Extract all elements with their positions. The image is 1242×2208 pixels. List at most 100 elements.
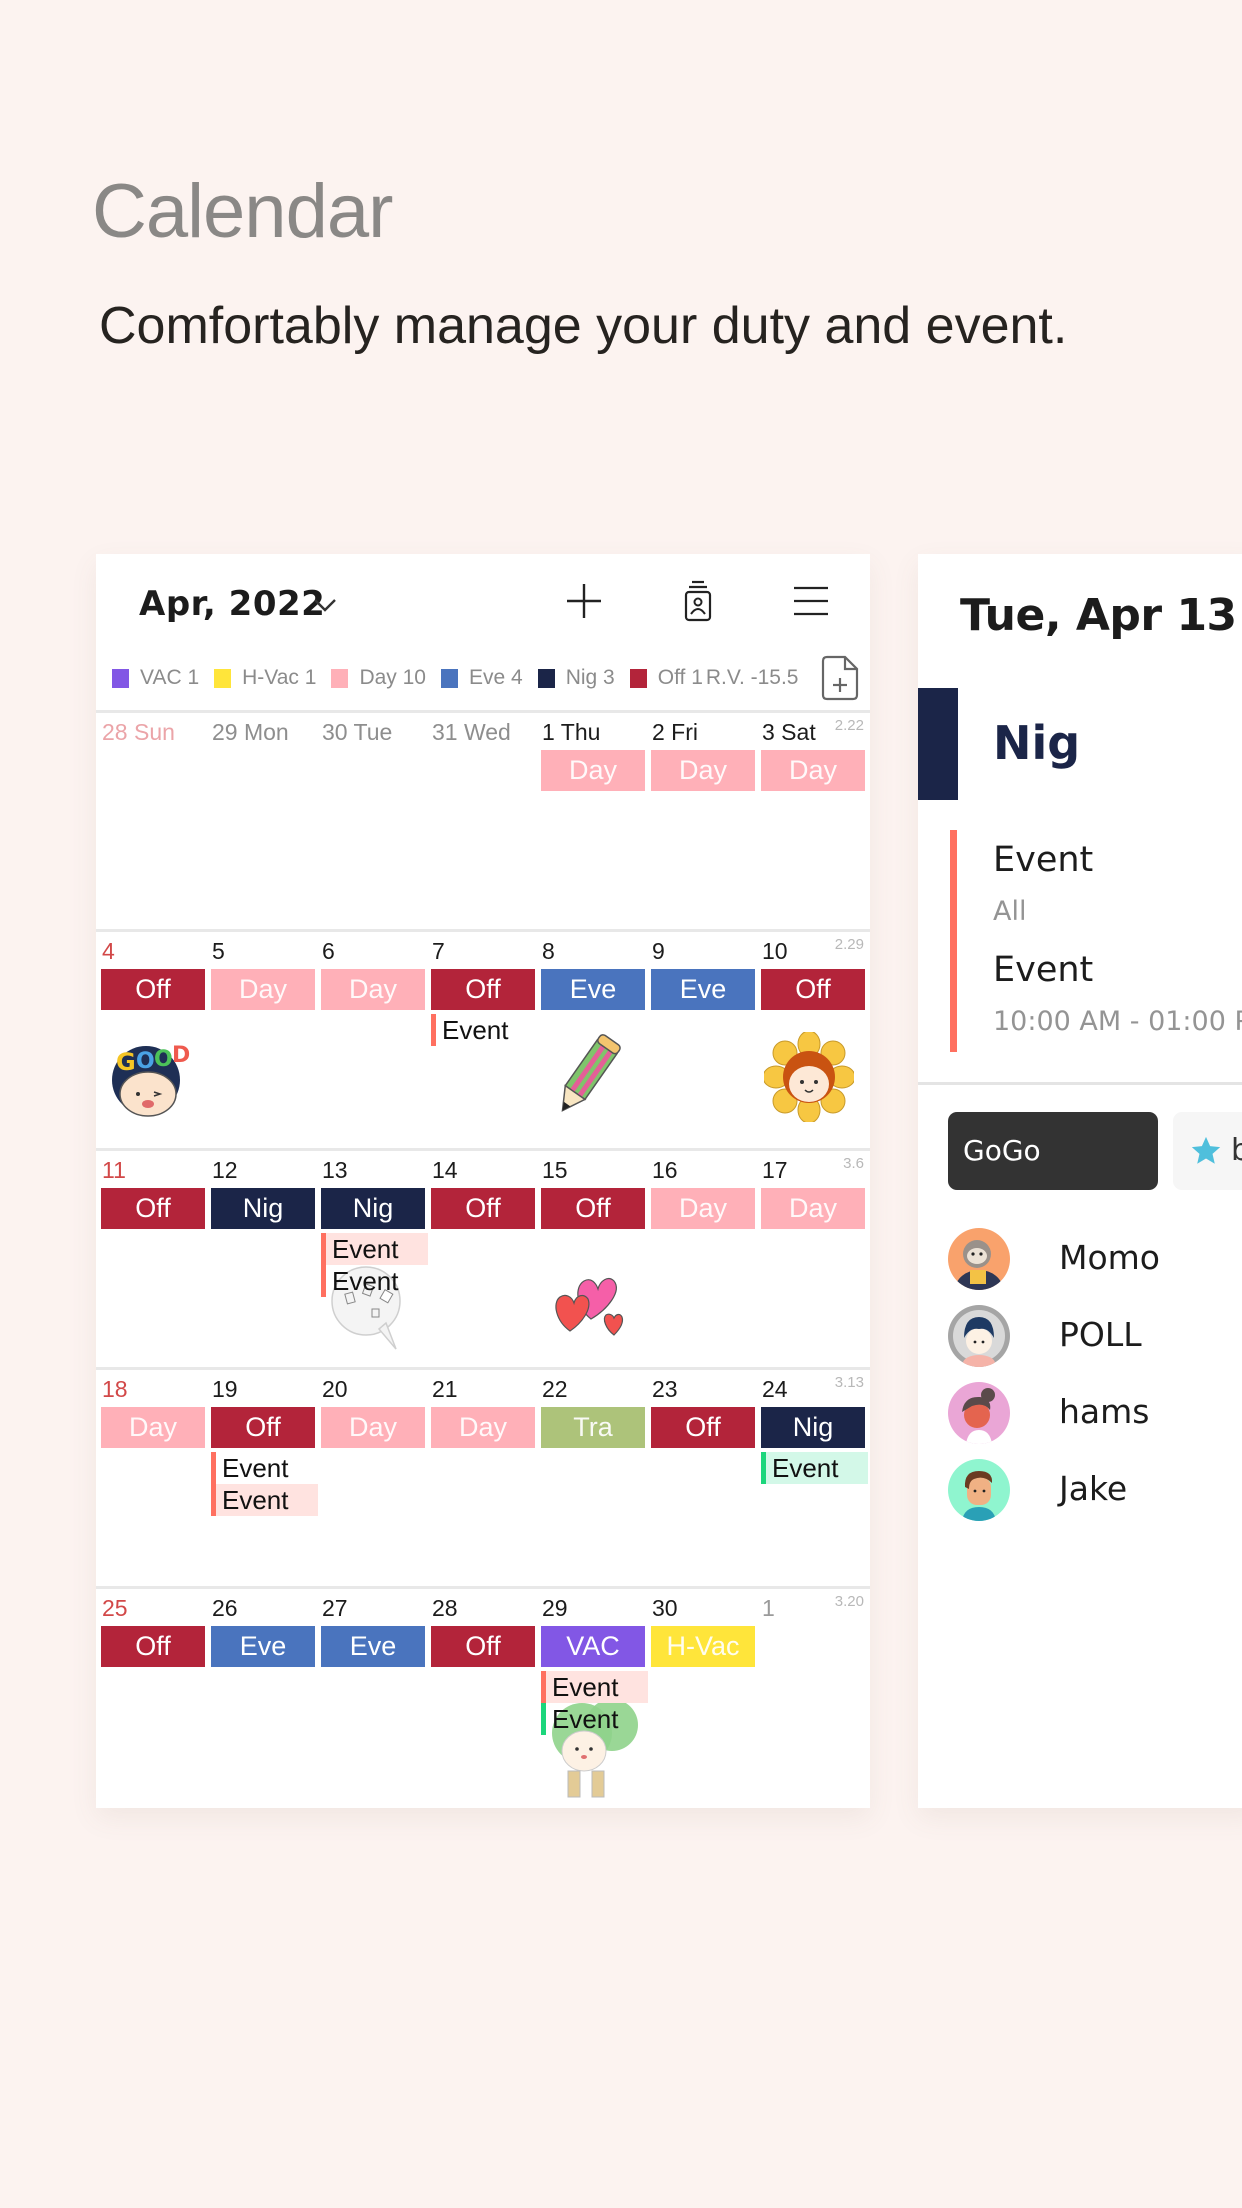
event-item[interactable]: Event [211, 1452, 318, 1484]
day-cell[interactable]: 21 Day [426, 1370, 536, 1586]
day-cell[interactable]: 5 Day [206, 932, 316, 1148]
event-item[interactable]: Event [431, 1014, 538, 1046]
event-title[interactable]: Event [993, 840, 1093, 880]
day-cell[interactable]: 1 Thu Day [536, 713, 646, 929]
member-item[interactable]: Jake [948, 1459, 1242, 1521]
plus-icon[interactable] [559, 576, 609, 626]
shift-badge[interactable]: Off [431, 1626, 535, 1667]
day-cell[interactable]: 26 Eve [206, 1589, 316, 1805]
day-cell[interactable]: 18 Day [96, 1370, 206, 1586]
event-item[interactable]: Event [321, 1233, 428, 1265]
day-cell[interactable]: 31 Wed [426, 713, 536, 929]
day-cell[interactable]: 15 Off [536, 1151, 646, 1367]
shift-badge[interactable]: Nig [761, 1407, 865, 1448]
day-cell[interactable]: 19 Off Event Event [206, 1370, 318, 1586]
day-cell[interactable]: 28 Sun [96, 713, 206, 929]
day-cell[interactable]: 7 Off Event [426, 932, 536, 1148]
day-detail-card: Tue, Apr 133.2 Nig Event All Event 10:00… [918, 554, 1242, 1808]
day-cell[interactable]: 28 Off [426, 1589, 536, 1805]
shift-badge[interactable]: Eve [651, 969, 755, 1010]
member-item[interactable]: POLL [948, 1305, 1242, 1367]
day-cell[interactable]: 27 Eve [316, 1589, 426, 1805]
event-title[interactable]: Event [993, 950, 1093, 990]
day-cell[interactable]: 25 Off [96, 1589, 206, 1805]
group-chip-favorite[interactable]: b [1173, 1112, 1242, 1190]
member-item[interactable]: Momo [948, 1228, 1242, 1290]
day-cell[interactable]: 24 Nig Event [756, 1370, 868, 1586]
shift-badge[interactable]: Day [761, 1188, 865, 1229]
event-item[interactable]: Event [761, 1452, 868, 1484]
legend-label: Eve 4 [469, 666, 523, 689]
shift-badge[interactable]: Day [321, 1407, 425, 1448]
shift-badge[interactable]: Off [651, 1407, 755, 1448]
shift-badge[interactable]: Eve [541, 969, 645, 1010]
duty-name[interactable]: Nig [993, 716, 1080, 770]
day-cell[interactable]: 10 Off [756, 932, 866, 1148]
day-cell[interactable]: 29 VAC Event Event [536, 1589, 648, 1805]
day-cell[interactable]: 9 Eve [646, 932, 756, 1148]
chevron-down-icon[interactable] [310, 590, 340, 620]
day-cell[interactable]: 12 Nig [206, 1151, 316, 1367]
event-item[interactable]: Event [541, 1703, 648, 1735]
day-cell[interactable]: 11 Off [96, 1151, 206, 1367]
svg-text:O: O [154, 1047, 173, 1072]
shift-badge[interactable]: VAC [541, 1626, 645, 1667]
day-cell[interactable]: 23 Off [646, 1370, 756, 1586]
shift-badge[interactable]: Eve [321, 1626, 425, 1667]
group-chip-gogo[interactable]: GoGo [948, 1112, 1158, 1190]
day-number: 9 [652, 938, 665, 964]
day-cell[interactable]: 14 Off [426, 1151, 536, 1367]
shift-badge[interactable]: Day [651, 750, 755, 791]
star-icon [1191, 1136, 1221, 1164]
day-cell[interactable]: 4 G O O D Off [96, 932, 206, 1148]
shift-badge[interactable]: Eve [211, 1626, 315, 1667]
day-cell[interactable]: 6 Day [316, 932, 426, 1148]
shift-badge[interactable]: Off [101, 1626, 205, 1667]
shift-badge[interactable]: Nig [211, 1188, 315, 1229]
day-cell[interactable]: 16 Day [646, 1151, 756, 1367]
hamburger-menu-icon[interactable] [786, 576, 836, 626]
day-cell[interactable]: 3 Sat Day [756, 713, 866, 929]
event-item[interactable]: Event [321, 1265, 428, 1297]
day-cell[interactable]: 1 [756, 1589, 866, 1805]
shift-badge[interactable]: Day [431, 1407, 535, 1448]
day-cell[interactable]: 22 Tra [536, 1370, 646, 1586]
shift-badge[interactable]: Day [211, 969, 315, 1010]
calendar-header: Apr, 2022 [96, 554, 870, 650]
shift-badge[interactable]: Off [101, 969, 205, 1010]
member-item[interactable]: hams [948, 1382, 1242, 1444]
month-selector-label[interactable]: Apr, 2022 [139, 584, 325, 624]
id-badge-icon[interactable] [673, 576, 723, 626]
event-subtitle: All [993, 896, 1027, 927]
day-number: 13 [322, 1157, 348, 1183]
shift-badge[interactable]: Off [431, 1188, 535, 1229]
pencil-sticker [546, 1032, 626, 1122]
day-cell[interactable]: 30 Tue [316, 713, 426, 929]
shift-badge[interactable]: Off [431, 969, 535, 1010]
event-item[interactable]: Event [541, 1671, 648, 1703]
shift-badge[interactable]: Day [541, 750, 645, 791]
day-number: 30 Tue [322, 719, 393, 745]
shift-badge[interactable]: Off [211, 1407, 315, 1448]
legend-label: Off 1 [657, 666, 703, 689]
event-item[interactable]: Event [211, 1484, 318, 1516]
shift-badge[interactable]: Tra [541, 1407, 645, 1448]
day-cell[interactable]: 29 Mon [206, 713, 316, 929]
legend-swatch [629, 668, 647, 688]
shift-badge[interactable]: Off [101, 1188, 205, 1229]
shift-badge[interactable]: Day [651, 1188, 755, 1229]
day-cell[interactable]: 13 Nig Event Event [316, 1151, 428, 1367]
document-add-icon[interactable] [819, 654, 861, 702]
shift-badge[interactable]: H-Vac [651, 1626, 755, 1667]
shift-badge[interactable]: Day [761, 750, 865, 791]
day-cell[interactable]: 8 Eve [536, 932, 646, 1148]
shift-badge[interactable]: Off [541, 1188, 645, 1229]
day-cell[interactable]: 17 Day [756, 1151, 866, 1367]
shift-badge[interactable]: Nig [321, 1188, 425, 1229]
day-cell[interactable]: 2 Fri Day [646, 713, 756, 929]
day-cell[interactable]: 20 Day [316, 1370, 426, 1586]
shift-badge[interactable]: Off [761, 969, 865, 1010]
shift-badge[interactable]: Day [101, 1407, 205, 1448]
shift-badge[interactable]: Day [321, 969, 425, 1010]
day-cell[interactable]: 30 H-Vac [646, 1589, 756, 1805]
